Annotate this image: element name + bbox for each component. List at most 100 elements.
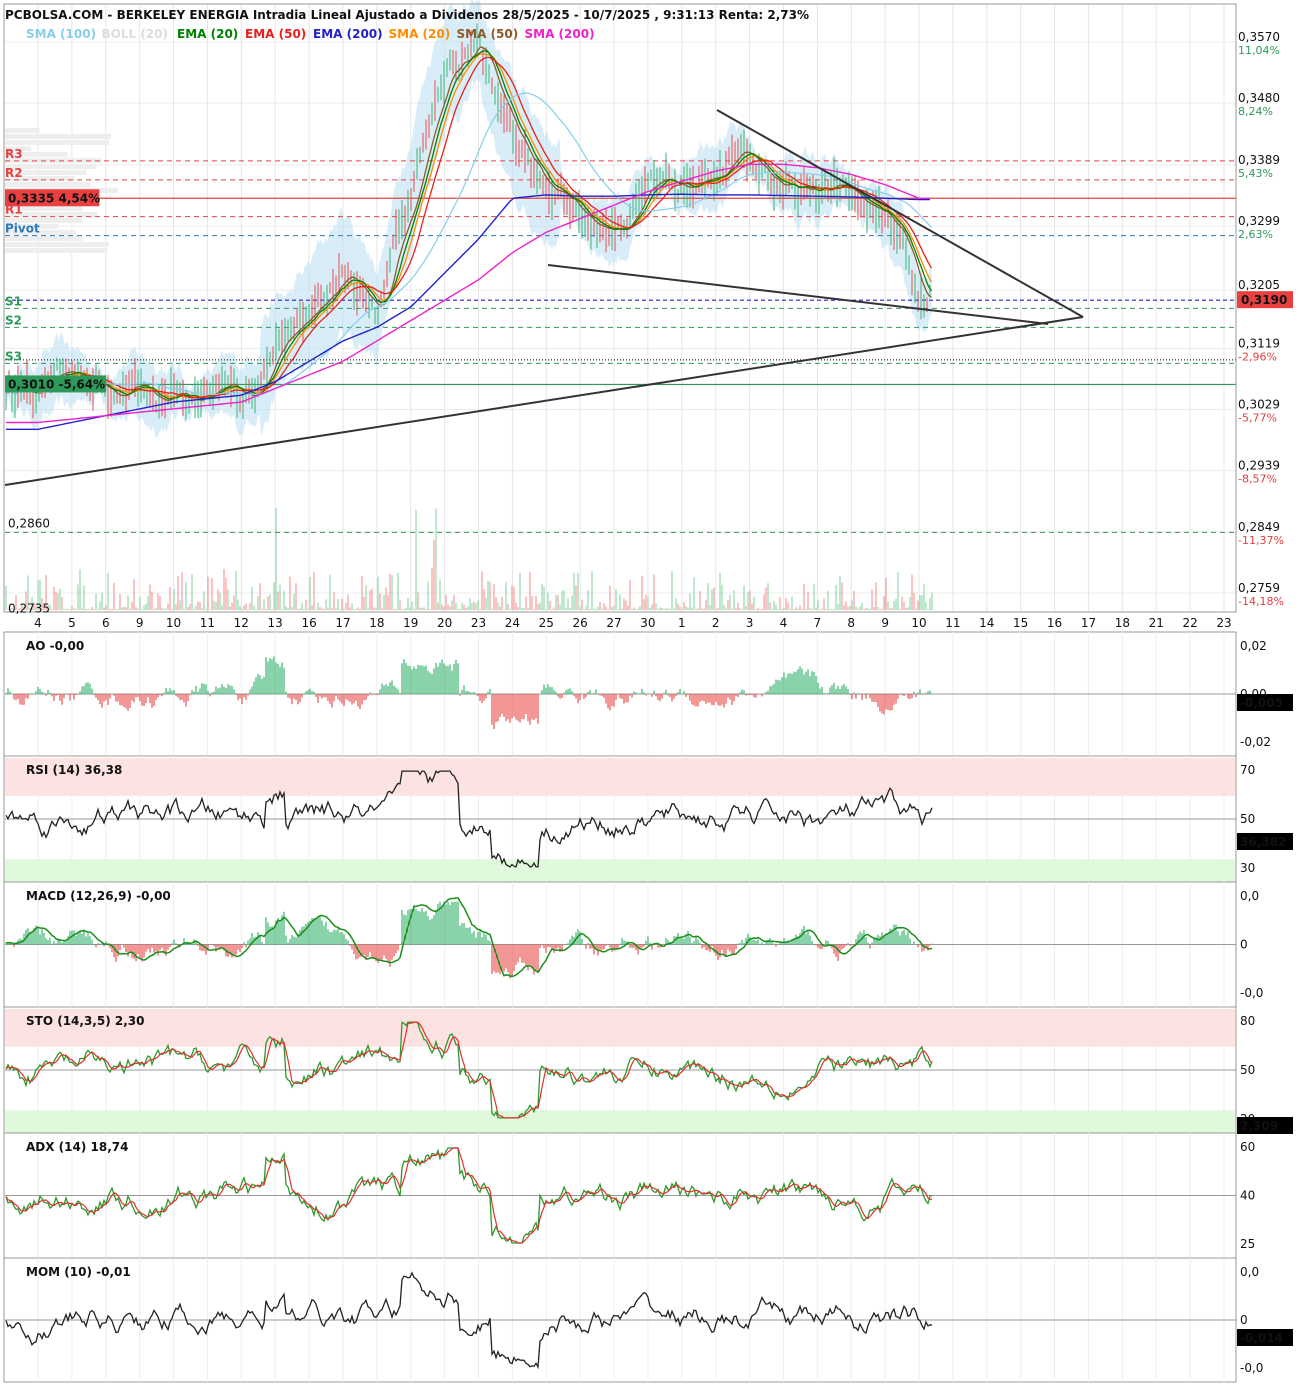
panel-tick-label: 25 <box>1240 1237 1255 1251</box>
pivot-level-label: R2 <box>5 166 23 180</box>
date-tick-label: 2 <box>712 616 720 630</box>
date-tick-label: 9 <box>136 616 144 630</box>
date-tick-label: 4 <box>780 616 788 630</box>
panel-tick-label: 30 <box>1240 861 1255 875</box>
level-box-label: 0,3010 -5,64% <box>8 377 105 391</box>
date-tick-label: 16 <box>301 616 316 630</box>
date-tick-label: 21 <box>1149 616 1164 630</box>
price-pct-label: -2,96% <box>1238 350 1277 363</box>
price-tick-label: 0,3570 <box>1238 30 1280 44</box>
price-pct-label: -14,18% <box>1238 595 1284 608</box>
extra-level-label: 0,2860 <box>8 516 50 530</box>
panel-label: MACD (12,26,9) -0,00 <box>26 889 171 903</box>
date-tick-label: 27 <box>606 616 621 630</box>
legend-entry: EMA (50) <box>245 27 306 41</box>
legend-entry: EMA (20) <box>177 27 238 41</box>
date-tick-label: 10 <box>166 616 181 630</box>
stock-chart: PCBOLSA.COM - BERKELEY ENERGIA Intradia … <box>0 0 1301 1388</box>
date-tick-label: 11 <box>200 616 215 630</box>
panel-tick-label: 40 <box>1240 1189 1255 1203</box>
panel-tick-label: 60 <box>1240 1140 1255 1154</box>
panel-tick-label: 50 <box>1240 1063 1255 1077</box>
panel-tick-label: 0 <box>1240 1313 1248 1327</box>
date-tick-label: 25 <box>539 616 554 630</box>
legend-entry: EMA (200) <box>313 27 383 41</box>
date-tick-label: 5 <box>68 616 76 630</box>
date-tick-label: 16 <box>1047 616 1062 630</box>
panel-tick-label: 70 <box>1240 763 1255 777</box>
price-tick-label: 0,2759 <box>1238 581 1280 595</box>
date-tick-label: 17 <box>1081 616 1096 630</box>
panel-value-box: -0,014 <box>1240 1331 1283 1345</box>
panel-value-box: -0,005 <box>1240 696 1283 710</box>
pivot-level-label: R3 <box>5 147 23 161</box>
panel-label: AO -0,00 <box>26 639 84 653</box>
date-tick-label: 17 <box>335 616 350 630</box>
panel-sto: 805020STO (14,3,5) 2,302,309 <box>3 1006 1293 1134</box>
chart-title: PCBOLSA.COM - BERKELEY ENERGIA Intradia … <box>5 8 809 22</box>
panel-label: ADX (14) 18,74 <box>26 1140 128 1154</box>
date-tick-label: 19 <box>403 616 418 630</box>
price-pct-label: -5,77% <box>1238 412 1277 425</box>
legend-entry: SMA (200) <box>525 27 595 41</box>
date-tick-label: 11 <box>945 616 960 630</box>
price-tick-label: 0,3299 <box>1238 214 1280 228</box>
price-pct-label: 5,43% <box>1238 167 1273 180</box>
date-tick-label: 10 <box>911 616 926 630</box>
price-pct-label: -8,57% <box>1238 473 1277 486</box>
date-tick-label: 30 <box>640 616 655 630</box>
panel-tick-label: 0,0 <box>1240 1265 1259 1279</box>
date-tick-label: 4 <box>34 616 42 630</box>
pivot-level-label: Pivot <box>5 222 40 236</box>
price-tick-label: 0,3480 <box>1238 91 1280 105</box>
date-tick-label: 18 <box>369 616 384 630</box>
pivot-level-label: S1 <box>5 294 22 308</box>
extra-level-label: 0,2735 <box>8 601 50 615</box>
price-tick-label: 0,3029 <box>1238 398 1280 412</box>
legend-entry: SMA (50) <box>457 27 519 41</box>
panel-rsi: 70 50 30 RSI (14) 36,38 36,382 <box>3 755 1293 883</box>
legend-entry: SMA (20) <box>389 27 451 41</box>
date-tick-label: 7 <box>814 616 822 630</box>
legend-entry: SMA (100) <box>26 27 96 41</box>
panel-tick-label: 80 <box>1240 1014 1255 1028</box>
price-tick-label: 0,3205 <box>1238 278 1280 292</box>
price-tick-label: 0,3119 <box>1238 336 1280 350</box>
date-tick-label: 8 <box>847 616 855 630</box>
pivot-level-label: S3 <box>5 349 22 363</box>
price-pct-label: 11,04% <box>1238 44 1280 57</box>
date-tick-label: 23 <box>1216 616 1231 630</box>
panel-label: MOM (10) -0,01 <box>26 1265 131 1279</box>
date-tick-label: 18 <box>1115 616 1130 630</box>
date-tick-label: 3 <box>746 616 754 630</box>
date-tick-label: 20 <box>437 616 452 630</box>
date-tick-label: 14 <box>979 616 994 630</box>
date-tick-label: 24 <box>505 616 520 630</box>
price-pct-label: 2,63% <box>1238 228 1273 241</box>
price-tick-label: 0,2939 <box>1238 459 1280 473</box>
panel-value-box: 36,382 <box>1240 835 1286 849</box>
legend-entry: BOLL (20) <box>102 27 169 41</box>
price-pct-label: 8,24% <box>1238 105 1273 118</box>
date-tick-label: 23 <box>471 616 486 630</box>
panel-label: RSI (14) 36,38 <box>26 763 122 777</box>
panel-tick-label: -0,02 <box>1240 735 1271 749</box>
date-tick-label: 15 <box>1013 616 1028 630</box>
panel-tick-label: 50 <box>1240 812 1255 826</box>
panel-tick-label: -0,0 <box>1240 1361 1263 1375</box>
date-tick-label: 6 <box>102 616 110 630</box>
date-tick-label: 1 <box>678 616 686 630</box>
price-tick-label: 0,2849 <box>1238 520 1280 534</box>
current-price-label: 0,3190 <box>1241 293 1287 307</box>
panel-value-box: 2,309 <box>1240 1119 1278 1133</box>
panel-tick-label: 0,0 <box>1240 889 1259 903</box>
panel-tick-label: 0,02 <box>1240 639 1267 653</box>
date-tick-label: 13 <box>268 616 283 630</box>
date-tick-label: 22 <box>1182 616 1197 630</box>
price-tick-label: 0,3389 <box>1238 153 1280 167</box>
price-pct-label: -11,37% <box>1238 534 1284 547</box>
panel-tick-label: 0 <box>1240 938 1248 952</box>
date-tick-label: 12 <box>234 616 249 630</box>
date-tick-label: 9 <box>881 616 889 630</box>
pivot-level-label: S2 <box>5 313 22 327</box>
